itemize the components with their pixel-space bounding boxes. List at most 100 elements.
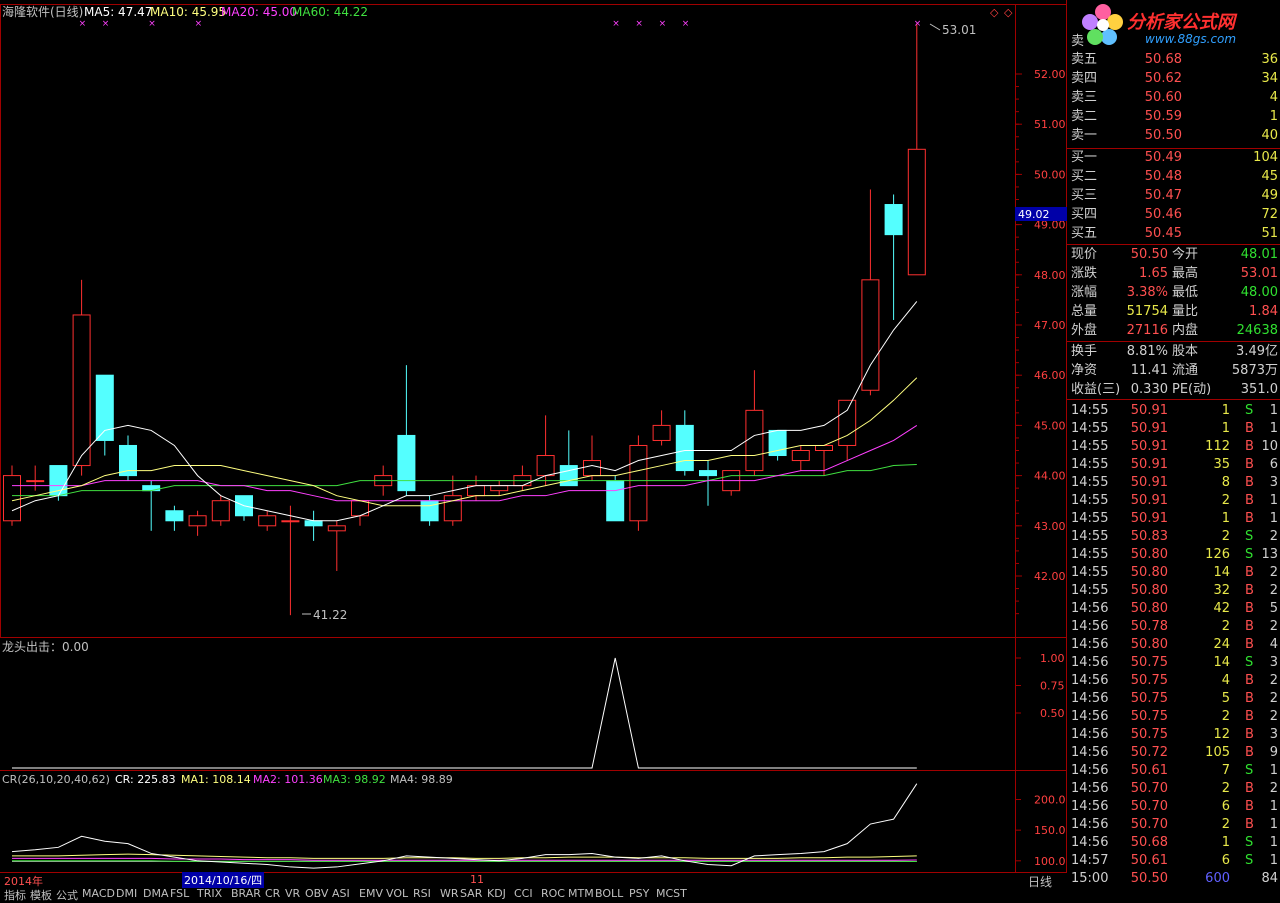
tick-row[interactable]: 14:5650.681S1 bbox=[1069, 834, 1280, 852]
tick-row[interactable]: 14:5550.832S2 bbox=[1069, 528, 1280, 546]
candle-body-up[interactable] bbox=[746, 410, 763, 470]
tick-row[interactable]: 14:5550.80126S13 bbox=[1069, 546, 1280, 564]
tab-kdj[interactable]: KDJ bbox=[487, 887, 506, 900]
buy-row[interactable]: 买二50.4845 bbox=[1069, 168, 1280, 186]
tick-row[interactable]: 14:5550.911B1 bbox=[1069, 510, 1280, 528]
tick-row[interactable]: 14:5550.912B1 bbox=[1069, 492, 1280, 510]
diamond-icon-2[interactable]: ◇ bbox=[1004, 6, 1013, 19]
sell-row[interactable]: 卖五50.6836 bbox=[1069, 51, 1280, 69]
tick-row[interactable]: 14:5650.702B2 bbox=[1069, 780, 1280, 798]
tab-mtm[interactable]: MTM bbox=[568, 887, 594, 900]
sell-row[interactable]: 卖二50.591 bbox=[1069, 108, 1280, 126]
candle-body-up[interactable] bbox=[862, 280, 879, 390]
tab-wr[interactable]: WR bbox=[440, 887, 459, 900]
tick-row[interactable]: 15:0050.5060084 bbox=[1069, 870, 1280, 888]
tab-trix[interactable]: TRIX bbox=[197, 887, 222, 900]
quote-row[interactable]: 现价50.50今开48.01 bbox=[1069, 246, 1280, 264]
tab-vr[interactable]: VR bbox=[285, 887, 300, 900]
quote-row[interactable]: 涨幅3.38%最低48.00 bbox=[1069, 284, 1280, 302]
fundamental-row[interactable]: 净资11.41流通5873万 bbox=[1069, 362, 1280, 380]
fundamental-row[interactable]: 收益(三)0.330PE(动)351.0 bbox=[1069, 381, 1280, 399]
sell-row[interactable]: 卖三50.604 bbox=[1069, 89, 1280, 107]
tab-psy[interactable]: PSY bbox=[629, 887, 649, 900]
candle-body-up[interactable] bbox=[792, 451, 809, 461]
candle-body-down[interactable] bbox=[560, 466, 577, 486]
tick-row[interactable]: 14:5550.911S1 bbox=[1069, 402, 1280, 420]
tab-模板[interactable]: 模板 bbox=[30, 887, 52, 903]
tab-vol[interactable]: VOL bbox=[386, 887, 408, 900]
tick-row[interactable]: 14:5550.91112B10 bbox=[1069, 438, 1280, 456]
candle-body-up[interactable] bbox=[282, 521, 299, 522]
tab-dma[interactable]: DMA bbox=[143, 887, 169, 900]
tick-row[interactable]: 14:5650.752B2 bbox=[1069, 708, 1280, 726]
tick-row[interactable]: 14:5750.616S1 bbox=[1069, 852, 1280, 870]
tab-obv[interactable]: OBV bbox=[305, 887, 328, 900]
tab-rsi[interactable]: RSI bbox=[413, 887, 431, 900]
tick-row[interactable]: 14:5650.706B1 bbox=[1069, 798, 1280, 816]
candle-body-up[interactable] bbox=[27, 481, 44, 482]
candle-body-up[interactable] bbox=[491, 486, 508, 491]
candle-body-up[interactable] bbox=[537, 456, 554, 476]
tab-boll[interactable]: BOLL bbox=[595, 887, 623, 900]
tab-emv[interactable]: EMV bbox=[359, 887, 383, 900]
tick-row[interactable]: 14:5650.782B2 bbox=[1069, 618, 1280, 636]
tick-row[interactable]: 14:5650.755B2 bbox=[1069, 690, 1280, 708]
candle-body-down[interactable] bbox=[676, 425, 693, 470]
candle-body-up[interactable] bbox=[189, 516, 206, 526]
tick-row[interactable]: 14:5650.72105B9 bbox=[1069, 744, 1280, 762]
tick-row[interactable]: 14:5650.8024B4 bbox=[1069, 636, 1280, 654]
tick-row[interactable]: 14:5650.7512B3 bbox=[1069, 726, 1280, 744]
buy-row[interactable]: 买四50.4672 bbox=[1069, 206, 1280, 224]
tick-row[interactable]: 14:5650.617S1 bbox=[1069, 762, 1280, 780]
sell-row[interactable]: 卖一50.5040 bbox=[1069, 127, 1280, 145]
tab-brar[interactable]: BRAR bbox=[231, 887, 261, 900]
buy-row[interactable]: 买三50.4749 bbox=[1069, 187, 1280, 205]
candle-body-down[interactable] bbox=[885, 205, 902, 235]
quote-row[interactable]: 涨跌1.65最高53.01 bbox=[1069, 265, 1280, 283]
quote-row[interactable]: 总量51754量比1.84 bbox=[1069, 303, 1280, 321]
tab-cci[interactable]: CCI bbox=[514, 887, 533, 900]
tick-row[interactable]: 14:5650.754B2 bbox=[1069, 672, 1280, 690]
candle-body-down[interactable] bbox=[700, 471, 717, 476]
candle-body-down[interactable] bbox=[143, 486, 160, 491]
candle-body-up[interactable] bbox=[212, 501, 229, 521]
buy-row[interactable]: 买五50.4551 bbox=[1069, 225, 1280, 243]
candle-body-up[interactable] bbox=[630, 445, 647, 520]
tick-row[interactable]: 14:5550.8032B2 bbox=[1069, 582, 1280, 600]
buy-row[interactable]: 买一50.49104 bbox=[1069, 149, 1280, 167]
tick-row[interactable]: 14:5650.7514S3 bbox=[1069, 654, 1280, 672]
tick-row[interactable]: 14:5550.911B1 bbox=[1069, 420, 1280, 438]
candle-body-up[interactable] bbox=[816, 445, 833, 450]
fundamental-row[interactable]: 换手8.81%股本3.49亿 bbox=[1069, 343, 1280, 361]
tab-fsl[interactable]: FSL bbox=[170, 887, 189, 900]
candle-body-up[interactable] bbox=[328, 526, 345, 531]
candle-body-up[interactable] bbox=[259, 516, 276, 526]
kline-chart[interactable]: 52.0051.0050.0049.0048.0047.0046.0045.00… bbox=[0, 0, 1067, 872]
tab-dmi[interactable]: DMI bbox=[116, 887, 137, 900]
candle-body-down[interactable] bbox=[421, 501, 438, 521]
candle-body-down[interactable] bbox=[166, 511, 183, 521]
tab-asi[interactable]: ASI bbox=[332, 887, 350, 900]
candle-body-up[interactable] bbox=[584, 461, 601, 476]
tick-row[interactable]: 14:5550.9135B6 bbox=[1069, 456, 1280, 474]
candle-body-up[interactable] bbox=[4, 476, 21, 521]
tick-row[interactable]: 14:5550.8014B2 bbox=[1069, 564, 1280, 582]
tab-macd[interactable]: MACD bbox=[82, 887, 115, 900]
tick-row[interactable]: 14:5650.8042B5 bbox=[1069, 600, 1280, 618]
tab-sar[interactable]: SAR bbox=[460, 887, 482, 900]
candle-body-up[interactable] bbox=[908, 149, 925, 274]
quote-row[interactable]: 外盘27116内盘24638 bbox=[1069, 322, 1280, 340]
candle-body-up[interactable] bbox=[839, 400, 856, 445]
tick-row[interactable]: 14:5550.918B3 bbox=[1069, 474, 1280, 492]
tab-指标[interactable]: 指标 bbox=[4, 887, 26, 903]
candle-body-up[interactable] bbox=[73, 315, 90, 466]
diamond-icon[interactable]: ◇ bbox=[990, 6, 999, 19]
period-label[interactable]: 日线 bbox=[1028, 873, 1052, 890]
candle-body-down[interactable] bbox=[305, 521, 322, 526]
tab-公式[interactable]: 公式 bbox=[56, 887, 78, 903]
tab-roc[interactable]: ROC bbox=[541, 887, 565, 900]
tab-mcst[interactable]: MCST bbox=[656, 887, 687, 900]
candle-body-down[interactable] bbox=[607, 481, 624, 521]
sell-row[interactable]: 卖四50.6234 bbox=[1069, 70, 1280, 88]
candle-body-up[interactable] bbox=[653, 425, 670, 440]
